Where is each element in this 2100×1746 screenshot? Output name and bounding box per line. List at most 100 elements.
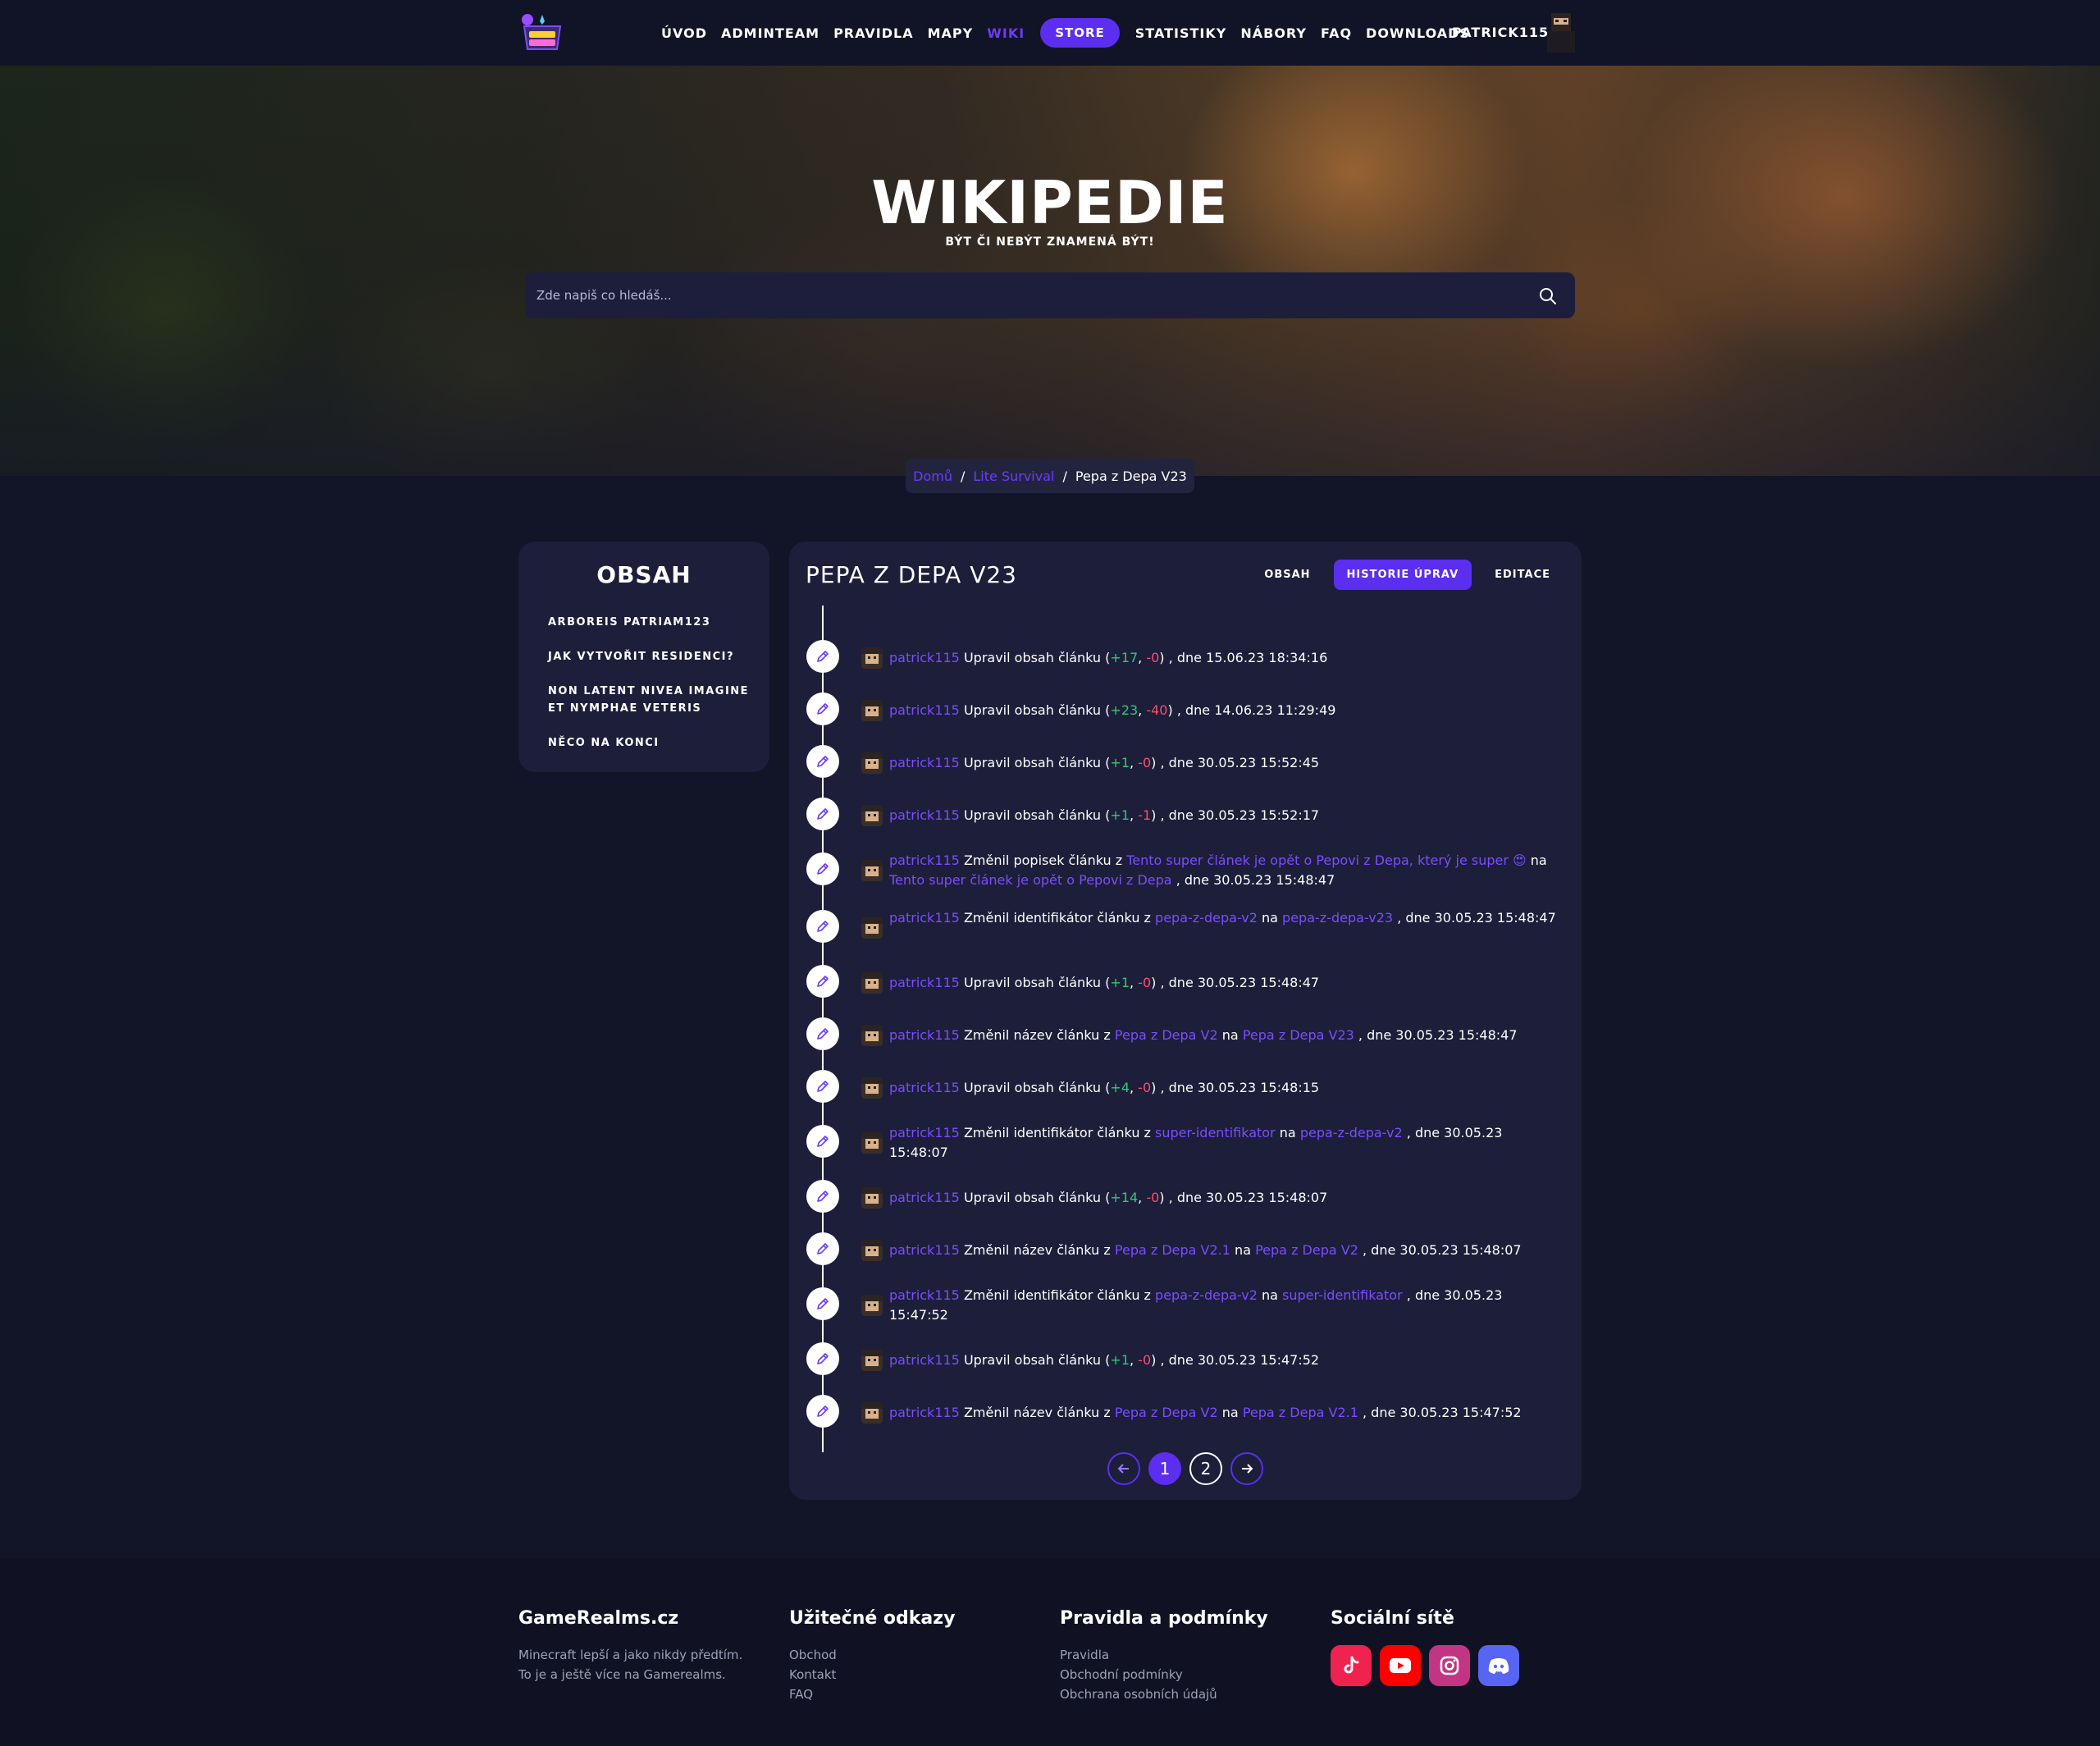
nav-item-faq[interactable]: FAQ xyxy=(1321,25,1352,41)
search-input[interactable] xyxy=(536,272,1521,318)
footer-link-rules[interactable]: Pravidla xyxy=(1060,1645,1268,1665)
prev-page-button[interactable] xyxy=(1107,1452,1140,1485)
pencil-icon xyxy=(817,1081,829,1092)
history-entry-text: patrick115 Změnil popisek článku z Tento… xyxy=(889,851,1562,890)
history-user-link[interactable]: patrick115 xyxy=(889,807,960,823)
timeline-marker xyxy=(806,1395,839,1428)
instagram-button[interactable] xyxy=(1429,1645,1470,1686)
history-entry-text: patrick115 Změnil název článku z Pepa z … xyxy=(889,1403,1562,1423)
nav-item-úvod[interactable]: ÚVOD xyxy=(661,25,707,41)
tab-content[interactable]: OBSAH xyxy=(1251,560,1323,590)
timeline-marker xyxy=(806,1342,839,1375)
history-old-value[interactable]: Pepa z Depa V2.1 xyxy=(1115,1242,1230,1258)
nav-item-statistiky[interactable]: STATISTIKY xyxy=(1135,25,1227,41)
page-title: WIKIPEDIE xyxy=(871,168,1229,237)
pencil-icon xyxy=(817,863,829,875)
history-user-link[interactable]: patrick115 xyxy=(889,1080,960,1095)
nav-item-wiki[interactable]: WIKI xyxy=(987,25,1025,41)
deletions-count: -0 xyxy=(1138,1352,1152,1368)
history-action: Změnil identifikátor článku z xyxy=(963,1287,1151,1303)
nav-item-mapy[interactable]: MAPY xyxy=(928,25,974,41)
history-entry: patrick115 Upravil obsah článku (+14, -0… xyxy=(789,1172,1582,1224)
youtube-button[interactable] xyxy=(1380,1645,1421,1686)
tab-history[interactable]: HISTORIE ÚPRAV xyxy=(1333,560,1472,590)
history-new-value[interactable]: super-identifikator xyxy=(1282,1287,1403,1303)
history-old-value[interactable]: pepa-z-depa-v2 xyxy=(1155,910,1258,926)
history-user-link[interactable]: patrick115 xyxy=(889,1287,960,1303)
nav-item-pravidla[interactable]: PRAVIDLA xyxy=(833,25,914,41)
pencil-icon xyxy=(817,1243,829,1255)
history-user-link[interactable]: patrick115 xyxy=(889,975,960,990)
search-icon[interactable] xyxy=(1539,287,1557,305)
history-new-value[interactable]: Pepa z Depa V23 xyxy=(1243,1027,1354,1043)
history-user-link[interactable]: patrick115 xyxy=(889,702,960,718)
history-date: 14.06.23 11:29:49 xyxy=(1214,702,1336,718)
nav-item-nábory[interactable]: NÁBORY xyxy=(1240,25,1307,41)
breadcrumb-current: Pepa z Depa V23 xyxy=(1075,468,1187,484)
history-date-label: , dne xyxy=(1160,1080,1194,1095)
footer-link-contact[interactable]: Kontakt xyxy=(789,1665,955,1684)
tab-edit[interactable]: EDITACE xyxy=(1481,560,1564,590)
hero-banner: WIKIPEDIE BÝT ČI NEBÝT ZNAMENÁ BÝT! xyxy=(0,66,2100,476)
history-entry-text: patrick115 Změnil identifikátor článku z… xyxy=(889,1123,1562,1163)
breadcrumb-separator: / xyxy=(1062,468,1067,484)
store-button[interactable]: STORE xyxy=(1040,18,1120,48)
page-button-1[interactable]: 1 xyxy=(1148,1452,1181,1485)
additions-count: +1 xyxy=(1110,975,1130,990)
history-user-link[interactable]: patrick115 xyxy=(889,1125,960,1140)
history-action: Upravil obsah článku xyxy=(963,702,1102,718)
history-new-value[interactable]: Pepa z Depa V2 xyxy=(1255,1242,1358,1258)
user-avatar-small xyxy=(861,1295,883,1316)
history-user-link[interactable]: patrick115 xyxy=(889,755,960,770)
gamerealms-logo-icon[interactable] xyxy=(519,11,565,54)
toc-item[interactable]: NĚCO NA KONCI xyxy=(548,734,753,752)
history-user-link[interactable]: patrick115 xyxy=(889,852,960,868)
history-user-link[interactable]: patrick115 xyxy=(889,910,960,926)
user-avatar[interactable] xyxy=(1544,11,1578,53)
history-entry-text: patrick115 Upravil obsah článku (+1, -0)… xyxy=(889,975,1320,990)
history-user-link[interactable]: patrick115 xyxy=(889,650,960,665)
history-user-link[interactable]: patrick115 xyxy=(889,1405,960,1420)
history-date: 30.05.23 15:48:07 xyxy=(1206,1190,1328,1205)
footer-link-shop[interactable]: Obchod xyxy=(789,1645,955,1665)
tiktok-button[interactable] xyxy=(1331,1645,1372,1686)
timeline-marker xyxy=(806,852,839,885)
youtube-icon xyxy=(1390,1658,1411,1673)
username-label[interactable]: PATRICK115 xyxy=(1452,25,1549,40)
history-user-link[interactable]: patrick115 xyxy=(889,1190,960,1205)
history-old-value[interactable]: pepa-z-depa-v2 xyxy=(1155,1287,1258,1303)
next-page-button[interactable] xyxy=(1230,1452,1263,1485)
history-entry-text: patrick115 Upravil obsah článku (+1, -0)… xyxy=(889,1352,1320,1368)
history-entry-text: patrick115 Upravil obsah článku (+1, -0)… xyxy=(889,755,1320,770)
additions-count: +4 xyxy=(1110,1080,1130,1095)
page-button-2[interactable]: 2 xyxy=(1189,1452,1222,1485)
history-old-value[interactable]: super-identifikator xyxy=(1155,1125,1276,1140)
discord-icon xyxy=(1488,1658,1509,1674)
nav-item-adminteam[interactable]: ADMINTEAM xyxy=(721,25,819,41)
breadcrumb-link-category[interactable]: Lite Survival xyxy=(973,468,1054,484)
toc-item[interactable]: NON LATENT NIVEA IMAGINE ET NYMPHAE VETE… xyxy=(548,683,753,717)
history-entry-text: patrick115 Upravil obsah článku (+1, -1)… xyxy=(889,807,1320,823)
history-new-value[interactable]: Tento super článek je opět o Pepovi z De… xyxy=(889,872,1172,888)
history-old-value[interactable]: Pepa z Depa V2 xyxy=(1115,1405,1218,1420)
footer-link-privacy[interactable]: Obchrana osobních údajů xyxy=(1060,1684,1268,1704)
footer-link-faq[interactable]: FAQ xyxy=(789,1684,955,1704)
footer-link-terms[interactable]: Obchodní podmínky xyxy=(1060,1665,1268,1684)
toc-item[interactable]: ARBOREIS PATRIAM123 xyxy=(548,614,753,631)
history-old-value[interactable]: Tento super článek je opět o Pepovi z De… xyxy=(1126,852,1526,868)
arrow-right-icon xyxy=(1242,1464,1253,1474)
history-new-value[interactable]: Pepa z Depa V2.1 xyxy=(1243,1405,1358,1420)
history-user-link[interactable]: patrick115 xyxy=(889,1352,960,1368)
history-new-value[interactable]: pepa-z-depa-v23 xyxy=(1282,910,1393,926)
pencil-icon xyxy=(817,976,829,987)
discord-button[interactable] xyxy=(1478,1645,1519,1686)
history-old-value[interactable]: Pepa z Depa V2 xyxy=(1115,1027,1218,1043)
additions-count: +1 xyxy=(1110,1352,1130,1368)
history-user-link[interactable]: patrick115 xyxy=(889,1242,960,1258)
timeline-marker xyxy=(806,965,839,998)
history-user-link[interactable]: patrick115 xyxy=(889,1027,960,1043)
breadcrumb-link-home[interactable]: Domů xyxy=(913,468,952,484)
history-entry-text: patrick115 Změnil identifikátor článku z… xyxy=(889,1286,1562,1325)
toc-item[interactable]: JAK VYTVOŘIT RESIDENCI? xyxy=(548,648,753,665)
history-new-value[interactable]: pepa-z-depa-v2 xyxy=(1300,1125,1403,1140)
